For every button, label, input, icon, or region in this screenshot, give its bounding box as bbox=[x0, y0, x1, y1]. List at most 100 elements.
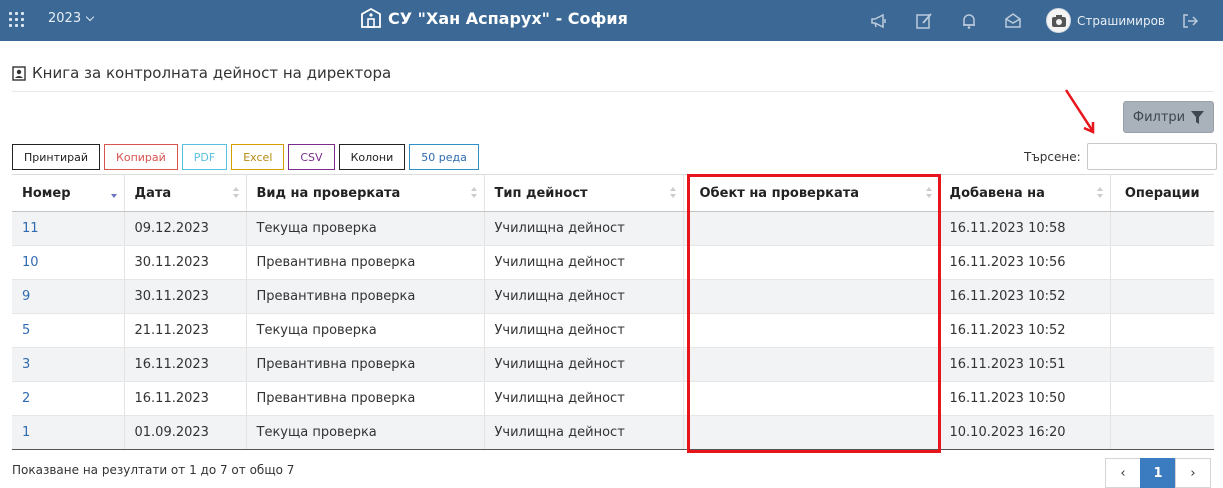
sort-icon bbox=[232, 187, 240, 200]
year-value: 2023 bbox=[48, 11, 82, 26]
column-header-added-on[interactable]: Добавена на bbox=[939, 174, 1111, 212]
pdf-button[interactable]: PDF bbox=[181, 144, 228, 170]
prev-page-button[interactable]: ‹ bbox=[1105, 458, 1141, 488]
inspections-table: Номер Дата Вид на проверката Тип дейност… bbox=[12, 174, 1214, 450]
row-added-on: 16.11.2023 10:52 bbox=[939, 279, 1111, 314]
column-header-inspection-object[interactable]: Обект на проверката bbox=[683, 174, 940, 212]
table-row: 10 30.11.2023 Превантивна проверка Учили… bbox=[12, 245, 1214, 280]
next-page-button[interactable]: › bbox=[1175, 458, 1211, 488]
column-header-label: Операции bbox=[1124, 185, 1200, 201]
column-header-date[interactable]: Дата bbox=[124, 174, 247, 212]
pagination: ‹ 1 › bbox=[1105, 458, 1211, 488]
row-number-link[interactable]: 2 bbox=[12, 381, 125, 416]
row-date: 21.11.2023 bbox=[124, 313, 247, 348]
row-added-on: 16.11.2023 10:50 bbox=[939, 381, 1111, 416]
title-divider bbox=[12, 91, 1214, 92]
column-header-label: Обект на проверката bbox=[699, 185, 860, 201]
row-activity-type: Училищна дейност bbox=[484, 279, 684, 314]
export-buttons: Принтирай Копирай PDF Excel CSV Колони 5… bbox=[12, 144, 479, 170]
row-added-on: 10.10.2023 16:20 bbox=[939, 415, 1111, 450]
row-number-link[interactable]: 5 bbox=[12, 313, 125, 348]
column-header-number[interactable]: Номер bbox=[12, 174, 125, 212]
envelope-icon[interactable] bbox=[1004, 12, 1022, 30]
column-header-label: Добавена на bbox=[949, 185, 1045, 201]
row-activity-type: Училищна дейност bbox=[484, 245, 684, 280]
column-header-label: Дата bbox=[134, 185, 172, 201]
table-row: 1 01.09.2023 Текуща проверка Училищна де… bbox=[12, 415, 1214, 450]
logout-icon[interactable] bbox=[1181, 12, 1199, 30]
row-activity-type: Училищна дейност bbox=[484, 415, 684, 450]
bell-icon[interactable] bbox=[960, 12, 978, 30]
columns-button[interactable]: Колони bbox=[338, 144, 406, 170]
copy-button[interactable]: Копирай bbox=[104, 144, 178, 170]
row-operations bbox=[1110, 245, 1214, 280]
csv-button[interactable]: CSV bbox=[288, 144, 335, 170]
row-added-on: 16.11.2023 10:58 bbox=[939, 211, 1111, 246]
search-box: Търсене: bbox=[1024, 143, 1217, 170]
row-inspection-object bbox=[683, 211, 940, 246]
sort-icon bbox=[669, 187, 677, 200]
table-row: 5 21.11.2023 Текуща проверка Училищна де… bbox=[12, 313, 1214, 348]
row-inspection-type: Превантивна проверка bbox=[246, 381, 485, 416]
column-header-activity-type[interactable]: Тип дейност bbox=[484, 174, 684, 212]
column-header-inspection-type[interactable]: Вид на проверката bbox=[246, 174, 485, 212]
row-date: 09.12.2023 bbox=[124, 211, 247, 246]
page-button-current[interactable]: 1 bbox=[1140, 458, 1176, 488]
filter-icon bbox=[1191, 110, 1205, 124]
sort-desc-icon bbox=[110, 187, 118, 200]
row-operations bbox=[1110, 313, 1214, 348]
edit-icon[interactable] bbox=[915, 12, 933, 30]
row-number-link[interactable]: 3 bbox=[12, 347, 125, 382]
top-navbar: 2023 СУ "Хан Аспарух" - София Страшимиро… bbox=[0, 0, 1223, 41]
excel-button[interactable]: Excel bbox=[231, 144, 285, 170]
sort-icon bbox=[1096, 187, 1104, 200]
row-activity-type: Училищна дейност bbox=[484, 347, 684, 382]
row-date: 16.11.2023 bbox=[124, 381, 247, 416]
sort-icon bbox=[925, 187, 933, 200]
row-added-on: 16.11.2023 10:56 bbox=[939, 245, 1111, 280]
page-length-button[interactable]: 50 реда bbox=[409, 144, 479, 170]
row-number-link[interactable]: 10 bbox=[12, 245, 125, 280]
row-activity-type: Училищна дейност bbox=[484, 381, 684, 416]
row-operations bbox=[1110, 415, 1214, 450]
row-inspection-object bbox=[683, 279, 940, 314]
row-inspection-type: Превантивна проверка bbox=[246, 347, 485, 382]
row-number-link[interactable]: 1 bbox=[12, 415, 125, 450]
page-title: Книга за контролната дейност на директор… bbox=[12, 64, 391, 82]
apps-grid-icon[interactable] bbox=[9, 12, 25, 28]
user-menu[interactable]: Страшимиров bbox=[1046, 8, 1165, 33]
row-inspection-object bbox=[683, 381, 940, 416]
row-inspection-type: Текуща проверка bbox=[246, 211, 485, 246]
row-operations bbox=[1110, 381, 1214, 416]
year-select[interactable]: 2023 bbox=[48, 11, 95, 26]
row-date: 30.11.2023 bbox=[124, 245, 247, 280]
school-building-icon bbox=[361, 8, 381, 28]
print-button[interactable]: Принтирай bbox=[12, 144, 101, 170]
filters-button[interactable]: Филтри bbox=[1123, 101, 1214, 133]
search-label: Търсене: bbox=[1024, 149, 1081, 164]
table-row: 2 16.11.2023 Превантивна проверка Училищ… bbox=[12, 381, 1214, 416]
row-number-link[interactable]: 9 bbox=[12, 279, 125, 314]
row-inspection-type: Текуща проверка bbox=[246, 313, 485, 348]
row-date: 16.11.2023 bbox=[124, 347, 247, 382]
row-operations bbox=[1110, 279, 1214, 314]
row-inspection-object bbox=[683, 347, 940, 382]
row-inspection-type: Превантивна проверка bbox=[246, 279, 485, 314]
user-card-icon bbox=[12, 65, 26, 81]
row-date: 30.11.2023 bbox=[124, 279, 247, 314]
search-input[interactable] bbox=[1086, 143, 1217, 170]
table-row: 3 16.11.2023 Превантивна проверка Училищ… bbox=[12, 347, 1214, 382]
row-activity-type: Училищна дейност bbox=[484, 211, 684, 246]
megaphone-icon[interactable] bbox=[870, 12, 888, 30]
row-operations bbox=[1110, 347, 1214, 382]
column-header-label: Номер bbox=[22, 185, 71, 201]
avatar-icon bbox=[1046, 8, 1071, 33]
table-header-row: Номер Дата Вид на проверката Тип дейност… bbox=[12, 174, 1214, 212]
table-row: 11 09.12.2023 Текуща проверка Училищна д… bbox=[12, 211, 1214, 246]
row-number-link[interactable]: 11 bbox=[12, 211, 125, 246]
row-added-on: 16.11.2023 10:52 bbox=[939, 313, 1111, 348]
table-row: 9 30.11.2023 Превантивна проверка Училищ… bbox=[12, 279, 1214, 314]
row-operations bbox=[1110, 211, 1214, 246]
school-name: СУ "Хан Аспарух" - София bbox=[388, 8, 628, 28]
row-inspection-object bbox=[683, 245, 940, 280]
